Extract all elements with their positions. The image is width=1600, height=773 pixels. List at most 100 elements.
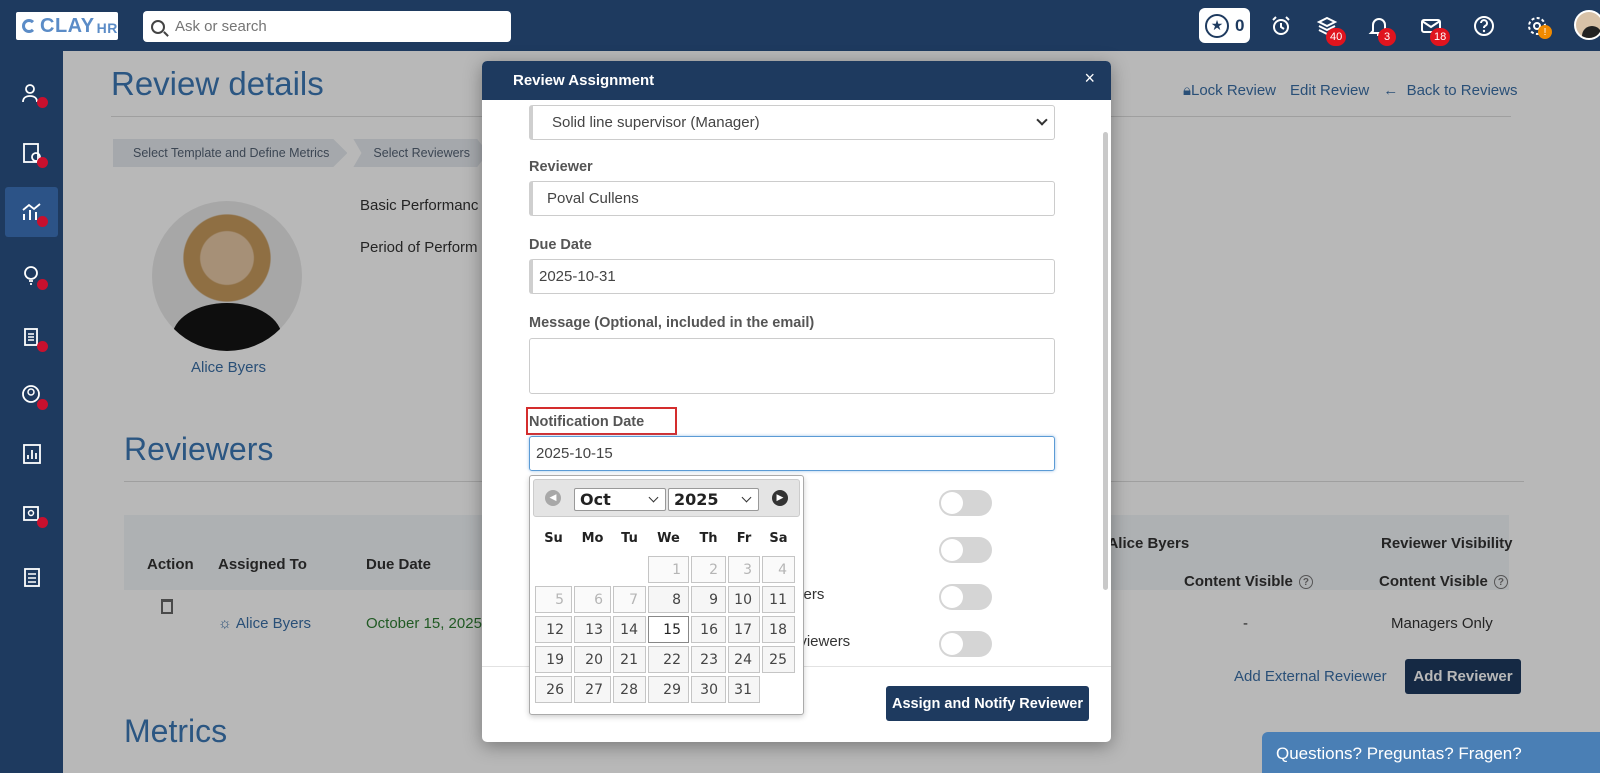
documents-icon[interactable] [5, 312, 58, 362]
search-input[interactable] [175, 18, 495, 35]
learning-alert-dot [37, 279, 48, 290]
calendar-day[interactable]: 9 [691, 586, 726, 613]
assign-notify-button[interactable]: Assign and Notify Reviewer [886, 686, 1089, 721]
notification-date-input[interactable]: 2025-10-15 [529, 436, 1055, 471]
calendar-day[interactable]: 19 [535, 646, 572, 673]
chevron-down-icon [741, 492, 752, 503]
layers-icon[interactable]: 40 [1314, 13, 1347, 46]
weekday-header: Su [544, 531, 563, 546]
weekday-header: Tu [621, 531, 638, 546]
global-search[interactable] [143, 11, 511, 42]
help-chat-button[interactable]: Questions? Preguntas? Fragen? [1262, 732, 1600, 773]
calendar-day: 2 [691, 556, 726, 583]
weekday-header: Fr [736, 531, 752, 546]
month-value: Oct [580, 490, 611, 509]
message-label: Message (Optional, included in the email… [529, 315, 815, 331]
calendar-day[interactable]: 16 [691, 616, 726, 643]
reports-icon[interactable] [5, 429, 58, 479]
logo-subtext: HR [96, 20, 118, 36]
option-toggle-4[interactable] [939, 631, 992, 657]
calendar-day[interactable]: 28 [613, 676, 646, 703]
calendar-day[interactable]: 22 [648, 646, 689, 673]
message-textarea[interactable] [529, 338, 1055, 394]
settings-badge: ! [1538, 25, 1552, 39]
calendar-day[interactable]: 21 [613, 646, 646, 673]
calendar-day[interactable]: 25 [762, 646, 795, 673]
calendar-day[interactable]: 20 [574, 646, 611, 673]
help-icon[interactable] [1471, 13, 1497, 39]
calendar-day[interactable]: 26 [535, 676, 572, 703]
chevron-down-icon [648, 492, 659, 503]
option-toggle-3[interactable] [939, 584, 992, 610]
calendar-day[interactable]: 15 [648, 616, 689, 643]
mail-badge: 18 [1430, 28, 1451, 46]
layers-badge: 40 [1326, 28, 1347, 46]
sidebar [0, 51, 63, 773]
calendar-day[interactable]: 12 [535, 616, 572, 643]
relationship-select[interactable]: Solid line supervisor (Manager) [529, 105, 1055, 140]
next-month-icon[interactable]: ▶ [772, 490, 788, 506]
star-icon: ★ [1205, 13, 1229, 38]
modal-scrollbar[interactable] [1103, 132, 1108, 590]
notification-date-value: 2025-10-15 [536, 445, 613, 462]
reviewer-label: Reviewer [529, 159, 593, 175]
due-date-value: 2025-10-31 [539, 268, 616, 285]
people-alert-dot [37, 97, 48, 108]
modal-header: Review Assignment × [482, 61, 1111, 100]
clayhr-logo[interactable]: CLAY HR [16, 12, 118, 40]
learning-icon[interactable] [5, 250, 58, 300]
calendar-day[interactable]: 23 [691, 646, 726, 673]
calendar-day[interactable]: 18 [762, 616, 795, 643]
calendar-day[interactable]: 31 [728, 676, 760, 703]
performance-icon[interactable] [5, 187, 58, 237]
reviewer-field[interactable]: Poval Cullens [529, 181, 1055, 216]
profile-icon[interactable] [5, 370, 58, 420]
calendar-day: 4 [762, 556, 795, 583]
performance-alert-dot [37, 216, 48, 227]
close-icon[interactable]: × [1084, 68, 1095, 89]
relationship-value: Solid line supervisor (Manager) [552, 114, 760, 131]
mail-icon[interactable]: 18 [1418, 13, 1451, 46]
due-date-label: Due Date [529, 237, 592, 253]
top-bar: CLAY HR ★ 0 40 3 18 ! [0, 0, 1600, 51]
points-count: 0 [1235, 15, 1245, 35]
checklist-icon[interactable] [5, 552, 58, 602]
documents-alert-dot [37, 341, 48, 352]
calendar-day[interactable]: 13 [574, 616, 611, 643]
notification-label-highlight [526, 407, 677, 435]
calendar-day[interactable]: 27 [574, 676, 611, 703]
datepicker-header: ◀ Oct 2025 ▶ [533, 479, 800, 517]
weekday-header: Mo [581, 531, 604, 546]
calendar-day[interactable]: 8 [648, 586, 689, 613]
people-icon[interactable] [5, 68, 58, 118]
compensation-alert-dot [37, 157, 48, 168]
logo-text: CLAY [40, 14, 95, 37]
calendar-day[interactable]: 30 [691, 676, 726, 703]
alarm-clock-icon[interactable] [1268, 13, 1294, 39]
weekday-header: Sa [769, 531, 788, 546]
calendar-day[interactable]: 24 [728, 646, 760, 673]
recruiting-icon[interactable] [5, 488, 58, 538]
calendar-day[interactable]: 17 [728, 616, 760, 643]
user-avatar[interactable] [1574, 10, 1600, 40]
prev-month-icon[interactable]: ◀ [545, 490, 561, 506]
calendar-day: 5 [535, 586, 572, 613]
bell-icon[interactable]: 3 [1366, 13, 1396, 46]
calendar-day[interactable]: 10 [728, 586, 760, 613]
modal-title: Review Assignment [513, 72, 655, 89]
year-select[interactable]: 2025 [668, 488, 759, 511]
calendar-day[interactable]: 14 [613, 616, 646, 643]
compensation-icon[interactable] [5, 128, 58, 178]
settings-icon[interactable]: ! [1524, 13, 1552, 39]
calendar-day: 3 [728, 556, 760, 583]
calendar-day: 6 [574, 586, 611, 613]
option-toggle-1[interactable] [939, 490, 992, 516]
calendar-day[interactable]: 29 [648, 676, 689, 703]
calendar-day: 1 [648, 556, 689, 583]
recruiting-alert-dot [37, 517, 48, 528]
option-toggle-2[interactable] [939, 537, 992, 563]
calendar-day[interactable]: 11 [762, 586, 795, 613]
month-select[interactable]: Oct [574, 488, 666, 511]
due-date-field[interactable]: 2025-10-31 [529, 259, 1055, 294]
points-button[interactable]: ★ 0 [1199, 8, 1250, 43]
